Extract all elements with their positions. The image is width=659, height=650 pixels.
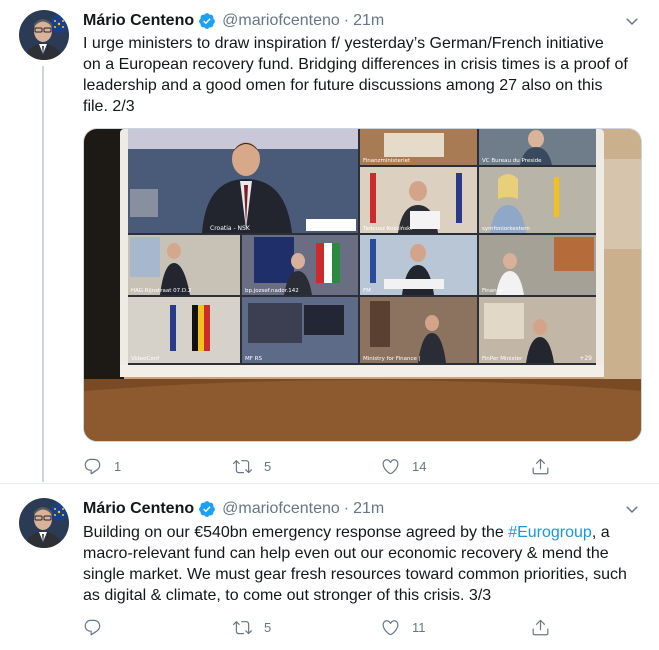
share-icon (532, 619, 549, 635)
timestamp[interactable]: 21m (353, 500, 384, 518)
tweet-actions: 5 11 (83, 617, 553, 637)
thread-connector-line (42, 66, 44, 482)
tile-label: symfoniorkestern (482, 226, 530, 232)
tweet-text-line: I urge ministers to draw inspiration f/ … (83, 35, 604, 52)
heart-icon (382, 458, 399, 474)
tweet-text-line: Building on our €540bn emergency respons… (83, 522, 643, 543)
reply-icon (84, 458, 101, 474)
tile-label: Finanzministeriet (363, 158, 411, 164)
tweet-text-line: file. 2/3 (83, 98, 135, 115)
retweet-count: 5 (264, 619, 272, 635)
chevron-down-icon[interactable] (623, 12, 641, 30)
reply-button[interactable]: 1 (83, 456, 121, 476)
tweet-3-of-3[interactable]: Mário Centeno @mariofcenteno · 21m Build… (0, 484, 659, 650)
tweet-photo-video-conference[interactable]: Croatia - NSK 0 Finanzministeriet VC Bur… (83, 128, 642, 442)
svg-text:0: 0 (350, 225, 354, 232)
reply-button[interactable] (83, 617, 114, 637)
like-count: 11 (412, 619, 426, 635)
tweet-text-segment: , a (591, 524, 610, 541)
tile-label: Croatia - NSK (210, 225, 251, 232)
participant-overflow-count: +29 (579, 355, 592, 362)
tile-label: FM (363, 288, 371, 294)
dot-separator: · (343, 500, 350, 517)
tweet-text-line: leadership and a good omen for future di… (83, 77, 603, 94)
tweet-header: Mário Centeno @mariofcenteno · 21m (83, 498, 384, 520)
avatar[interactable] (19, 10, 69, 60)
tile-label: MF RS (245, 356, 262, 362)
tweet-text-line: on a European recovery fund. Bridging di… (83, 56, 628, 73)
author-name[interactable]: Mário Centeno (83, 12, 194, 30)
like-count: 14 (412, 458, 427, 474)
tile-label: Ministry for Finance | (363, 356, 421, 362)
verified-badge-icon (199, 501, 215, 517)
avatar[interactable] (19, 498, 69, 548)
retweet-icon (233, 620, 252, 634)
tweet-header: Mário Centeno @mariofcenteno · 21m (83, 10, 384, 32)
tweet-text-line: single market. We must gear fresh resour… (83, 566, 627, 583)
tile-label: HAG Rijnstraat 07.D.2 (131, 288, 191, 294)
share-button[interactable] (531, 456, 550, 476)
retweet-count: 5 (264, 458, 272, 474)
author-handle[interactable]: @mariofcenteno (222, 12, 340, 30)
tweet-text: Building on our €540bn emergency respons… (83, 522, 643, 606)
tweet-actions: 1 5 14 (83, 456, 553, 476)
verified-badge-icon (199, 13, 215, 29)
like-button[interactable]: 11 (381, 617, 426, 637)
dot-separator: · (343, 12, 350, 29)
hashtag-link[interactable]: #Eurogroup (508, 524, 592, 541)
retweet-icon (233, 459, 252, 473)
reply-count: 1 (114, 458, 122, 474)
tweet-text-line: as digital & climate, to come out strong… (83, 587, 492, 604)
timestamp[interactable]: 21m (353, 12, 384, 30)
tile-label: Finance (482, 288, 504, 294)
tweet-text-segment: Building on our €540bn emergency respons… (83, 524, 509, 541)
tweet-2-of-3[interactable]: Mário Centeno @mariofcenteno · 21m I urg… (0, 0, 659, 483)
tile-label: bp.jozsef.nador.142 (245, 288, 299, 294)
like-button[interactable]: 14 (381, 456, 426, 476)
retweet-button[interactable]: 5 (233, 617, 271, 637)
author-name[interactable]: Mário Centeno (83, 500, 194, 518)
share-button[interactable] (531, 617, 550, 637)
share-icon (532, 458, 549, 474)
heart-icon (382, 619, 399, 635)
tile-label: VC Bureau du Preside (482, 158, 542, 164)
tile-label: FinPer Minister (482, 356, 523, 362)
tweet-text-line: macro-relevant fund can help even out ou… (83, 545, 609, 562)
chevron-down-icon[interactable] (623, 500, 641, 518)
tile-label: VideoConf (131, 356, 160, 362)
author-handle[interactable]: @mariofcenteno (222, 500, 340, 518)
tile-label: Tadeusz Kościński (362, 225, 412, 232)
retweet-button[interactable]: 5 (233, 456, 271, 476)
tweet-text: I urge ministers to draw inspiration f/ … (83, 33, 643, 117)
reply-icon (84, 619, 101, 635)
